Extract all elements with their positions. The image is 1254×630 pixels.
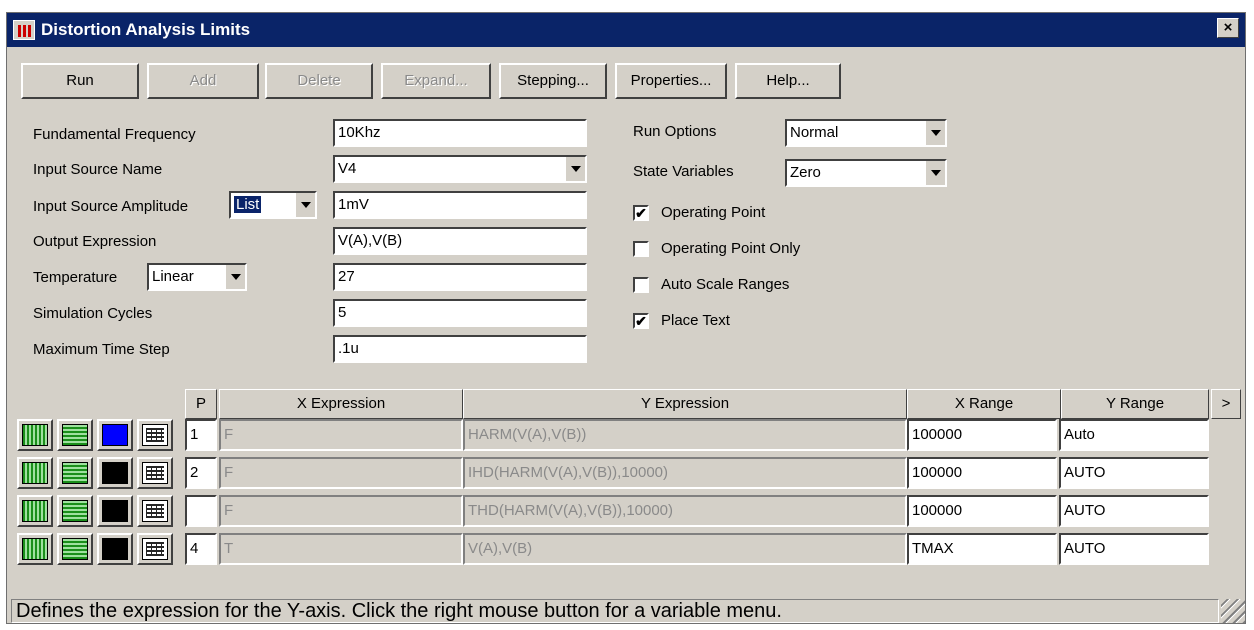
amplitude-mode-select[interactable]: List <box>229 191 317 219</box>
row-4-icons <box>17 533 177 565</box>
number-format-icon[interactable] <box>137 533 173 565</box>
auto-scale-ranges-checkbox[interactable] <box>633 277 649 293</box>
run-button[interactable]: Run <box>21 63 139 99</box>
place-text-checkbox[interactable]: ✔ <box>633 313 649 329</box>
row-3-p[interactable] <box>185 495 217 527</box>
column-header-x-expression[interactable]: X Expression <box>219 389 463 419</box>
maximum-time-step-label: Maximum Time Step <box>33 341 170 358</box>
row-2-y-expression[interactable]: IHD(HARM(V(A),V(B)),10000) <box>463 457 907 489</box>
chevron-down-icon[interactable] <box>925 161 945 185</box>
vertical-lines-icon[interactable] <box>17 533 53 565</box>
horizontal-lines-icon[interactable] <box>57 495 93 527</box>
color-swatch-icon[interactable] <box>97 419 133 451</box>
chart-icon <box>13 20 35 40</box>
row-3-y-expression[interactable]: THD(HARM(V(A),V(B)),10000) <box>463 495 907 527</box>
row-2-icons <box>17 457 177 489</box>
row-1-p[interactable]: 1 <box>185 419 217 451</box>
column-header-y-range[interactable]: Y Range <box>1061 389 1209 419</box>
temperature-label: Temperature <box>33 269 118 286</box>
operating-point-only-label: Operating Point Only <box>661 240 801 257</box>
column-header-x-range[interactable]: X Range <box>907 389 1061 419</box>
row-4-x-expression[interactable]: T <box>219 533 463 565</box>
vertical-lines-icon[interactable] <box>17 495 53 527</box>
number-format-icon[interactable] <box>137 457 173 489</box>
input-source-name-label: Input Source Name <box>33 161 163 178</box>
output-expression-field[interactable]: V(A),V(B) <box>333 227 587 255</box>
row-3-x-expression[interactable]: F <box>219 495 463 527</box>
chevron-down-icon[interactable] <box>925 121 945 145</box>
fundamental-frequency-field[interactable]: 10Khz <box>333 119 587 147</box>
color-swatch-icon[interactable] <box>97 457 133 489</box>
delete-button[interactable]: Delete <box>265 63 373 99</box>
vertical-lines-icon[interactable] <box>17 457 53 489</box>
row-4-x-range[interactable]: TMAX <box>907 533 1057 565</box>
input-source-amplitude-field[interactable]: 1mV <box>333 191 587 219</box>
row-2-x-expression[interactable]: F <box>219 457 463 489</box>
state-variables-value: Zero <box>790 164 821 181</box>
row-1-y-range[interactable]: Auto <box>1059 419 1209 451</box>
column-header-p[interactable]: P <box>185 389 217 419</box>
operating-point-label: Operating Point <box>661 204 766 221</box>
fundamental-frequency-label: Fundamental Frequency <box>33 126 196 143</box>
add-button[interactable]: Add <box>147 63 259 99</box>
number-format-icon[interactable] <box>137 495 173 527</box>
row-1-x-expression[interactable]: F <box>219 419 463 451</box>
state-variables-label: State Variables <box>633 163 734 180</box>
resize-grip-icon[interactable] <box>1221 599 1245 623</box>
place-text-label: Place Text <box>661 312 730 329</box>
operating-point-checkbox[interactable]: ✔ <box>633 205 649 221</box>
title-bar: Distortion Analysis Limits × <box>7 13 1245 47</box>
row-4-y-range[interactable]: AUTO <box>1059 533 1209 565</box>
input-source-name-select[interactable]: V4 <box>333 155 587 183</box>
amplitude-mode-value: List <box>234 196 262 213</box>
row-1-y-expression[interactable]: HARM(V(A),V(B)) <box>463 419 907 451</box>
row-1-x-range[interactable]: 100000 <box>907 419 1057 451</box>
color-swatch-icon[interactable] <box>97 495 133 527</box>
input-source-amplitude-label: Input Source Amplitude <box>33 198 189 215</box>
properties-button[interactable]: Properties... <box>615 63 727 99</box>
temperature-mode-select[interactable]: Linear <box>147 263 247 291</box>
scroll-right-button[interactable]: > <box>1211 389 1241 419</box>
vertical-lines-icon[interactable] <box>17 419 53 451</box>
temperature-mode-value: Linear <box>152 268 194 285</box>
status-bar: Defines the expression for the Y-axis. C… <box>11 599 1219 623</box>
column-header-y-expression[interactable]: Y Expression <box>463 389 907 419</box>
row-4-y-expression[interactable]: V(A),V(B) <box>463 533 907 565</box>
simulation-cycles-field[interactable]: 5 <box>333 299 587 327</box>
chevron-down-icon[interactable] <box>225 265 245 289</box>
row-2-x-range[interactable]: 100000 <box>907 457 1057 489</box>
simulation-cycles-label: Simulation Cycles <box>33 305 153 322</box>
number-format-icon[interactable] <box>137 419 173 451</box>
row-3-y-range[interactable]: AUTO <box>1059 495 1209 527</box>
row-3-icons <box>17 495 177 527</box>
distortion-analysis-window: Distortion Analysis Limits × Run Add Del… <box>6 12 1246 624</box>
color-swatch-icon[interactable] <box>97 533 133 565</box>
horizontal-lines-icon[interactable] <box>57 533 93 565</box>
row-2-p[interactable]: 2 <box>185 457 217 489</box>
row-1-icons <box>17 419 177 451</box>
state-variables-select[interactable]: Zero <box>785 159 947 187</box>
close-button[interactable]: × <box>1217 18 1239 38</box>
maximum-time-step-field[interactable]: .1u <box>333 335 587 363</box>
row-3-x-range[interactable]: 100000 <box>907 495 1057 527</box>
chevron-down-icon[interactable] <box>565 157 585 181</box>
row-2-y-range[interactable]: AUTO <box>1059 457 1209 489</box>
operating-point-only-checkbox[interactable] <box>633 241 649 257</box>
help-button[interactable]: Help... <box>735 63 841 99</box>
output-expression-label: Output Expression <box>33 233 157 250</box>
auto-scale-ranges-label: Auto Scale Ranges <box>661 276 790 293</box>
horizontal-lines-icon[interactable] <box>57 457 93 489</box>
run-options-label: Run Options <box>633 123 717 140</box>
temperature-field[interactable]: 27 <box>333 263 587 291</box>
chevron-down-icon[interactable] <box>295 193 315 217</box>
run-options-value: Normal <box>790 124 839 141</box>
row-4-p[interactable]: 4 <box>185 533 217 565</box>
run-options-select[interactable]: Normal <box>785 119 947 147</box>
input-source-name-value: V4 <box>338 160 357 177</box>
window-title: Distortion Analysis Limits <box>41 20 251 39</box>
stepping-button[interactable]: Stepping... <box>499 63 607 99</box>
horizontal-lines-icon[interactable] <box>57 419 93 451</box>
expand-button[interactable]: Expand... <box>381 63 491 99</box>
